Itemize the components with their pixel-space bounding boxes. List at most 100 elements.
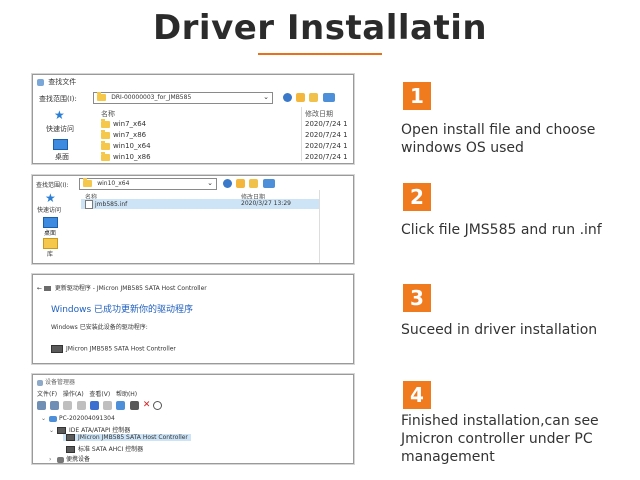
collapse-icon[interactable]: ⌄ <box>49 427 57 434</box>
nav-desktop[interactable]: 桌面 <box>55 152 69 162</box>
step-4-text: Finished installation,can see Jmicron co… <box>401 413 599 465</box>
quick-access-icon[interactable]: ★ <box>45 191 56 205</box>
collapse-icon[interactable]: ⌄ <box>41 415 49 422</box>
path-dropdown[interactable]: win10_x64 ⌄ <box>79 177 217 190</box>
toolbar <box>223 179 277 188</box>
controller-icon <box>51 345 63 353</box>
step-2-text: Click file JMS585 and run .inf <box>401 222 602 238</box>
title-underline <box>258 53 382 55</box>
device-entry: JMicron JMB585 SATA Host Controller <box>51 345 176 353</box>
ide-controller-icon <box>57 427 66 434</box>
view-menu-icon[interactable] <box>322 93 335 102</box>
list-item[interactable]: win7_x64 <box>101 118 146 128</box>
menu-help[interactable]: 帮助(H) <box>116 391 137 398</box>
folder-icon <box>101 129 110 139</box>
window-icon <box>37 78 44 86</box>
col-name-header[interactable]: 名称 <box>101 109 115 119</box>
view-menu-icon[interactable] <box>262 179 275 188</box>
list-item[interactable]: win7_x86 <box>101 129 146 139</box>
chevron-down-icon: ⌄ <box>207 179 213 187</box>
update-driver-icon[interactable] <box>129 400 139 410</box>
desktop-icon[interactable] <box>43 217 58 228</box>
chevron-down-icon: ⌄ <box>263 93 269 101</box>
controller-icon <box>66 446 75 453</box>
page-title: Driver Installatin <box>152 8 488 48</box>
tree-node[interactable]: ⌄ IDE ATA/ATAPI 控制器 <box>49 425 130 434</box>
tree-node[interactable]: 标准 SATA AHCI 控制器 <box>66 444 143 453</box>
device-icon <box>43 286 51 291</box>
toolbar: ✕ <box>37 400 164 410</box>
scroll-area[interactable] <box>319 190 352 263</box>
step-3-badge: 3 <box>403 284 431 312</box>
properties-icon[interactable] <box>63 400 73 410</box>
window-title: 设备管理器 <box>37 377 75 386</box>
up-folder-icon[interactable] <box>296 93 306 102</box>
nav-library[interactable]: 库 <box>47 249 53 258</box>
folder-icon <box>101 151 110 161</box>
new-folder-icon[interactable] <box>309 93 319 102</box>
quick-access-icon[interactable]: ★ <box>54 108 65 122</box>
screenshot-select-inf: 查找范围(I): win10_x64 ⌄ ★ 快速访问 桌面 库 名称 修改日期… <box>32 175 354 264</box>
lookin-label: 查找范围(I): <box>39 95 77 103</box>
file-icon <box>85 200 93 209</box>
menu-bar: 文件(F) 操作(A) 查看(V) 帮助(H) <box>37 389 137 398</box>
step-1-badge: 1 <box>403 82 431 110</box>
list-item-date: 2020/7/24 1 <box>305 142 348 150</box>
step-1-text: Open install file and choose windows OS … <box>401 122 596 156</box>
nav-quick-access[interactable]: 快速访问 <box>37 205 61 214</box>
nav-quick-access[interactable]: 快速访问 <box>46 124 74 134</box>
desktop-icon[interactable] <box>53 139 68 150</box>
folder-icon <box>97 91 106 101</box>
back-icon[interactable] <box>283 93 292 102</box>
help-icon[interactable] <box>89 400 99 410</box>
controller-icon <box>66 434 75 441</box>
screenshot-open-file: 查找文件 查找范围(I): DRI-00000003_for_JMB585 ⌄ … <box>32 74 354 164</box>
portable-device-icon <box>57 456 64 463</box>
file-item[interactable]: jmb585.inf <box>85 200 127 209</box>
back-arrow-icon[interactable]: ← <box>37 285 42 292</box>
back-icon[interactable] <box>37 400 46 410</box>
list-item-date: 2020/7/24 1 <box>305 153 348 161</box>
step-3-text: Suceed in driver installation <box>401 322 598 338</box>
uninstall-icon[interactable]: ✕ <box>143 400 151 410</box>
path-dropdown[interactable]: DRI-00000003_for_JMB585 ⌄ <box>93 91 273 104</box>
list-item[interactable]: win10_x64 <box>101 140 151 150</box>
enable-icon[interactable] <box>152 400 162 410</box>
library-icon[interactable] <box>43 238 58 249</box>
expand-icon[interactable]: › <box>49 456 57 463</box>
grid-icon[interactable] <box>103 400 113 410</box>
screenshot-install-success: ← 更新驱动程序 - JMicron JMB585 SATA Host Cont… <box>32 274 354 364</box>
menu-file[interactable]: 文件(F) <box>37 391 57 398</box>
installed-label: Windows 已安装此设备的驱动程序: <box>51 324 148 331</box>
tree-node[interactable]: ⌄ PC-202004091304 <box>41 415 115 422</box>
menu-view[interactable]: 查看(V) <box>89 391 110 398</box>
folder-icon <box>101 140 110 150</box>
list-item-date: 2020/7/24 1 <box>305 120 348 128</box>
screenshot-device-manager: 设备管理器 文件(F) 操作(A) 查看(V) 帮助(H) ✕ ⌄ PC-2020… <box>32 374 354 464</box>
list-item[interactable]: win10_x86 <box>101 151 151 161</box>
nav-desktop[interactable]: 桌面 <box>44 228 56 237</box>
forward-icon[interactable] <box>50 400 60 410</box>
back-icon[interactable] <box>223 179 232 188</box>
device-manager-icon <box>37 379 43 386</box>
list-icon[interactable] <box>76 400 86 410</box>
col-date-header[interactable]: 修改日期 <box>305 109 333 119</box>
window-title: ← 更新驱动程序 - JMicron JMB585 SATA Host Cont… <box>37 285 207 292</box>
folder-icon <box>101 118 110 128</box>
menu-action[interactable]: 操作(A) <box>63 391 84 398</box>
folder-icon <box>83 177 92 187</box>
tree-node-selected[interactable]: JMicron JMB585 SATA Host Controller <box>63 434 191 441</box>
tree-node[interactable]: › 便携设备 <box>49 454 90 463</box>
new-folder-icon[interactable] <box>249 179 259 188</box>
success-heading: Windows 已成功更新你的驱动程序 <box>51 305 194 315</box>
list-item-date: 2020/7/24 1 <box>305 131 348 139</box>
window-title: 查找文件 <box>37 77 76 87</box>
toolbar <box>283 93 337 102</box>
up-folder-icon[interactable] <box>236 179 246 188</box>
scan-icon[interactable] <box>116 400 126 410</box>
column-divider <box>301 107 302 161</box>
computer-icon <box>49 415 57 422</box>
file-date: 2020/3/27 13:29 <box>241 200 291 207</box>
step-4-badge: 4 <box>403 381 431 409</box>
step-2-badge: 2 <box>403 183 431 211</box>
